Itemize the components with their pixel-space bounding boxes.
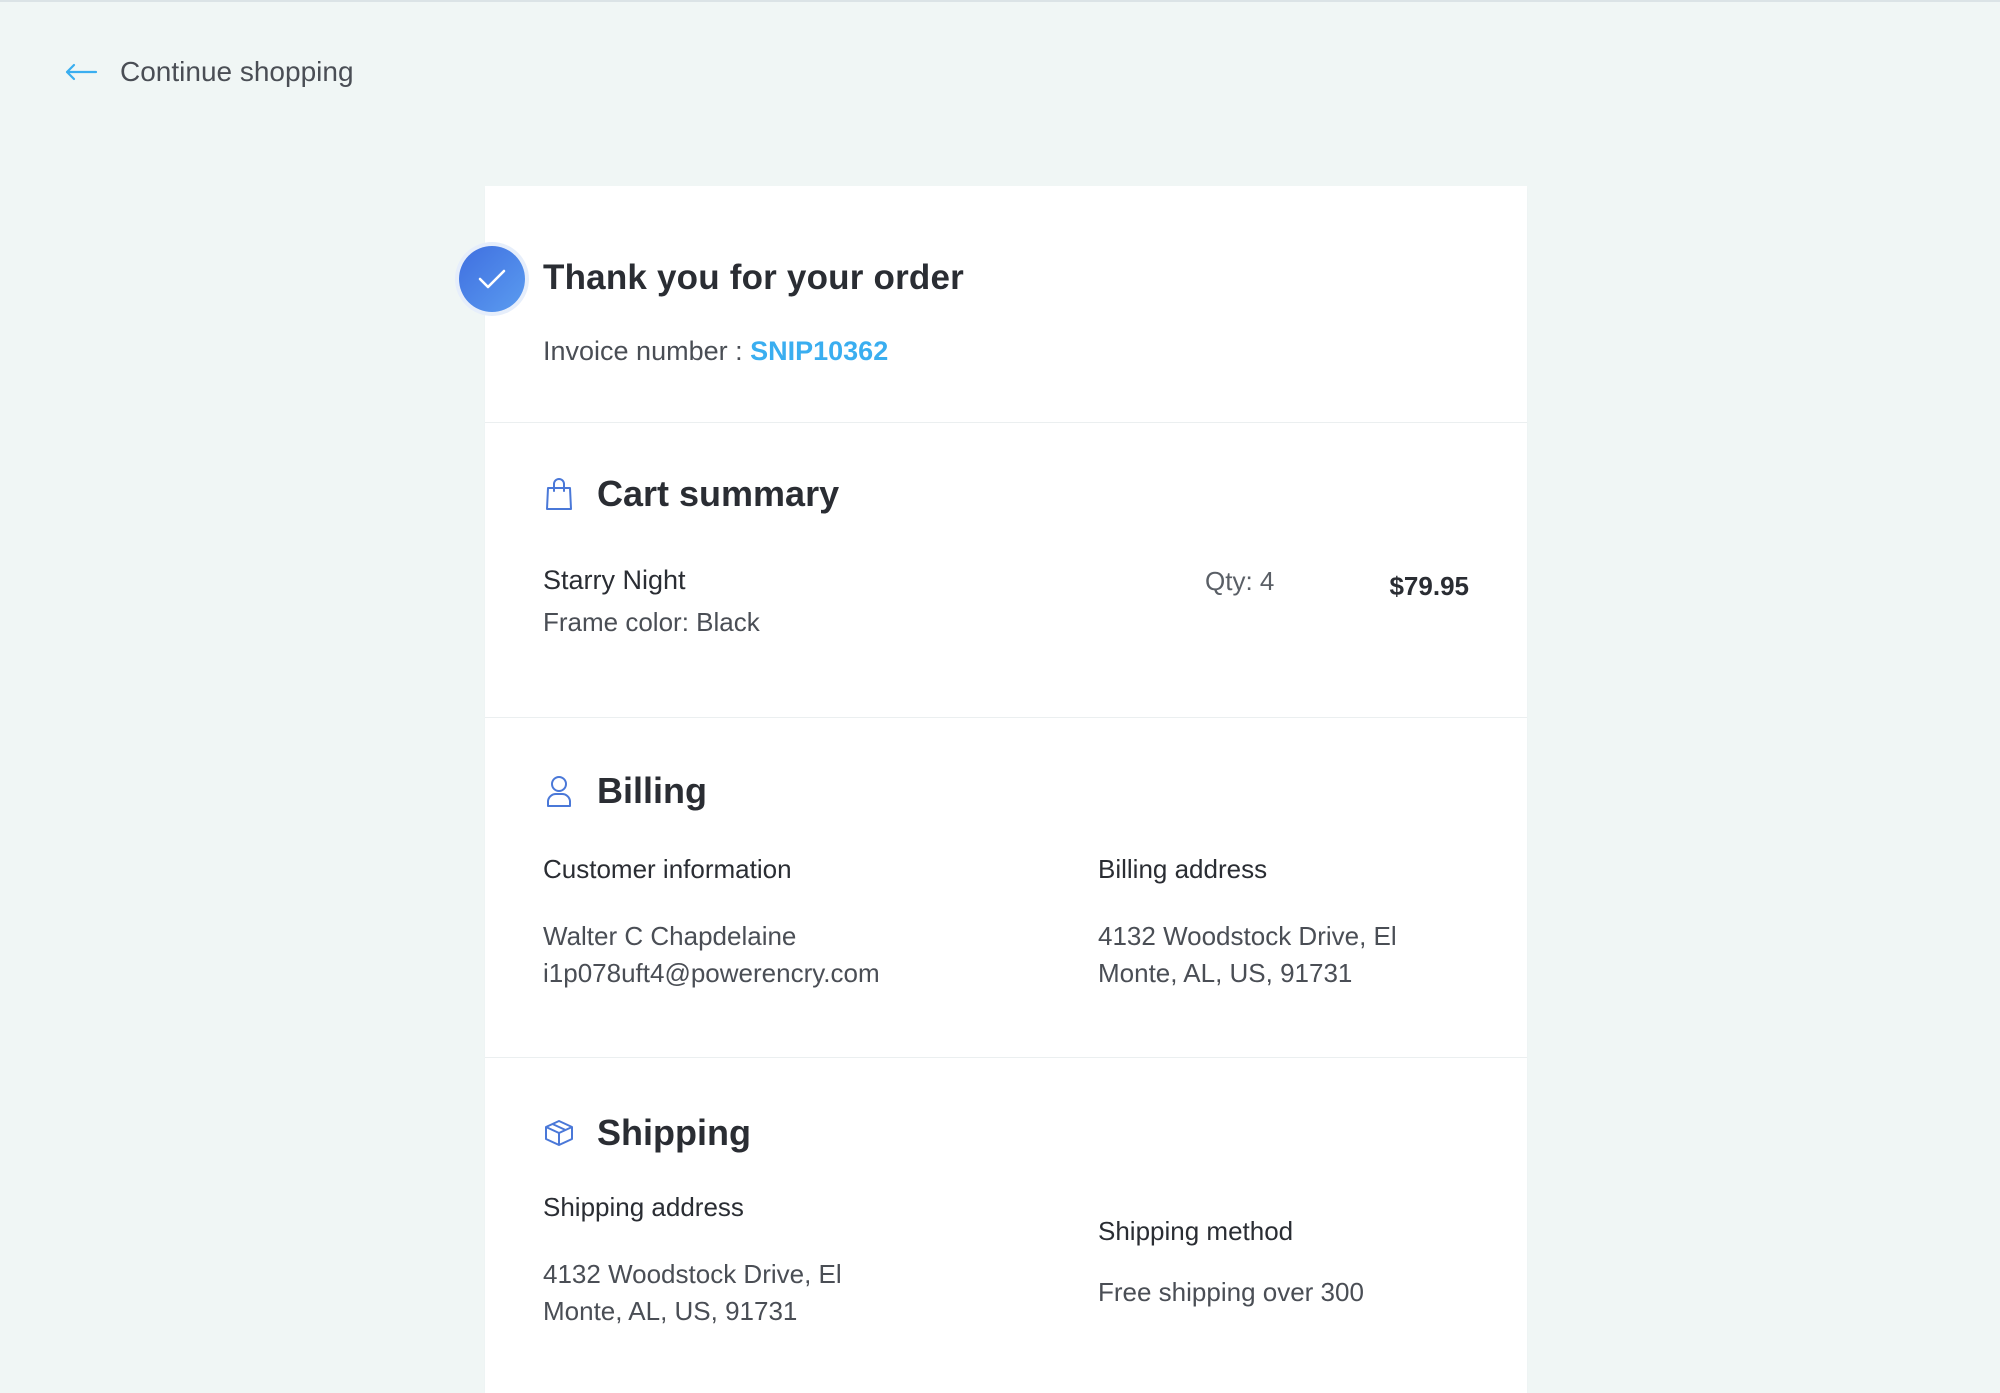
cart-summary-section: Cart summary Starry Night Frame color: B… [485,423,1527,718]
billing-section: Billing Customer information Walter C Ch… [485,718,1527,1058]
shipping-address-line1: 4132 Woodstock Drive, El [543,1259,842,1289]
shipping-section: Shipping Shipping address 4132 Woodstock… [485,1058,1527,1393]
shipping-title: Shipping [597,1112,751,1153]
shopping-bag-icon [543,476,575,512]
customer-name: Walter C Chapdelaine [543,921,797,951]
cart-summary-title: Cart summary [597,473,840,514]
shipping-header: Shipping [543,1112,751,1154]
shipping-method-value: Free shipping over 300 [1098,1277,1364,1307]
top-divider [0,0,2000,2]
continue-shopping-link[interactable]: Continue shopping [64,56,354,88]
cart-summary-header: Cart summary [543,473,839,515]
invoice-label: Invoice number : [543,336,751,366]
package-icon [543,1115,575,1151]
billing-address-line2: Monte, AL, US, 91731 [1098,958,1353,988]
customer-info-label: Customer information [543,854,792,884]
arrow-left-icon [64,63,98,81]
customer-email: i1p078uft4@powerencry.com [543,958,880,988]
order-confirmation-card: Thank you for your order Invoice number … [459,186,1527,1393]
item-name: Starry Night [543,565,686,595]
shipping-address-label: Shipping address [543,1192,744,1222]
shipping-method-label: Shipping method [1098,1216,1294,1246]
confirmation-section: Thank you for your order Invoice number … [459,186,1527,423]
user-icon [543,773,575,809]
billing-title: Billing [597,770,707,811]
invoice-number: SNIP10362 [750,336,889,366]
billing-address-label: Billing address [1098,854,1268,884]
invoice-line: Invoice number : SNIP10362 [543,336,888,367]
item-quantity: Qty: 4 [1205,566,1275,596]
continue-shopping-label: Continue shopping [120,56,354,87]
item-price: $79.95 [1389,571,1469,601]
item-variant: Frame color: Black [543,607,760,637]
billing-address-line1: 4132 Woodstock Drive, El [1098,921,1397,951]
check-icon [459,246,525,312]
shipping-address-line2: Monte, AL, US, 91731 [543,1296,798,1326]
page-title: Thank you for your order [543,258,964,297]
billing-header: Billing [543,770,707,812]
